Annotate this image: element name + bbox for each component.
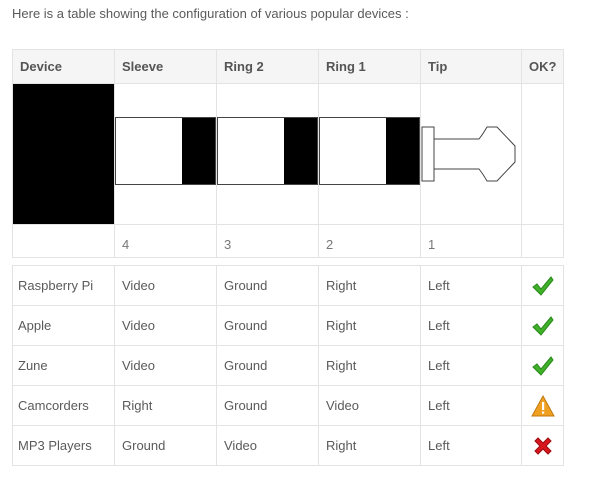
ring2-value: Video	[216, 425, 319, 466]
pin-number: 4	[114, 224, 217, 258]
jack-ring2-segment	[216, 83, 319, 225]
intro-text: Here is a table showing the configuratio…	[12, 6, 409, 21]
table-row: Apple Video Ground Right Left	[12, 305, 564, 346]
table-row: Zune Video Ground Right Left	[12, 345, 564, 386]
ring1-value: Right	[318, 305, 421, 346]
header-ring1: Ring 1	[318, 49, 421, 84]
green-checkmark-icon	[531, 275, 554, 296]
warning-triangle-icon	[530, 394, 555, 416]
header-ring2: Ring 2	[216, 49, 319, 84]
sleeve-value: Ground	[114, 425, 217, 466]
jack-tip-icon	[421, 126, 516, 182]
jack-empty-cell	[521, 83, 564, 225]
status-cell	[521, 385, 564, 426]
sleeve-value: Video	[114, 305, 217, 346]
status-cell	[521, 265, 564, 306]
tip-value: Left	[420, 305, 522, 346]
device-name: Apple	[12, 305, 115, 346]
pin-number	[12, 224, 115, 258]
pin-number	[521, 224, 564, 258]
tip-value: Left	[420, 425, 522, 466]
sleeve-value: Video	[114, 265, 217, 306]
device-name: Zune	[12, 345, 115, 386]
tip-value: Left	[420, 385, 522, 426]
jack-body-block	[12, 83, 115, 225]
status-cell	[521, 425, 564, 466]
ring2-value: Ground	[216, 385, 319, 426]
header-tip: Tip	[420, 49, 522, 84]
table-row: Camcorders Right Ground Video Left	[12, 385, 564, 426]
jack-sleeve-segment	[114, 83, 217, 225]
ring2-value: Ground	[216, 345, 319, 386]
pin-number: 2	[318, 224, 421, 258]
sleeve-value: Right	[114, 385, 217, 426]
header-sleeve: Sleeve	[114, 49, 217, 84]
red-cross-icon	[533, 436, 552, 455]
device-name: Raspberry Pi	[12, 265, 115, 306]
ring2-value: Ground	[216, 265, 319, 306]
jack-diagram-row	[12, 83, 564, 225]
table-spacer	[12, 257, 564, 266]
ring1-value: Right	[318, 265, 421, 306]
table-header-row: Device Sleeve Ring 2 Ring 1 Tip OK?	[12, 49, 564, 84]
pin-number-row: 4 3 2 1	[12, 224, 564, 258]
sleeve-value: Video	[114, 345, 217, 386]
pin-number: 3	[216, 224, 319, 258]
green-checkmark-icon	[531, 355, 554, 376]
jack-ring1-segment	[318, 83, 421, 225]
tip-value: Left	[420, 345, 522, 386]
ring1-value: Video	[318, 385, 421, 426]
table-row: Raspberry Pi Video Ground Right Left	[12, 265, 564, 306]
jack-tip-segment	[420, 83, 522, 225]
pin-number: 1	[420, 224, 522, 258]
ring1-value: Right	[318, 425, 421, 466]
header-ok: OK?	[521, 49, 564, 84]
green-checkmark-icon	[531, 315, 554, 336]
ring1-value: Right	[318, 345, 421, 386]
device-name: Camcorders	[12, 385, 115, 426]
device-name: MP3 Players	[12, 425, 115, 466]
device-config-table: Device Sleeve Ring 2 Ring 1 Tip OK? 4 3 …	[12, 49, 564, 466]
table-row: MP3 Players Ground Video Right Left	[12, 425, 564, 466]
status-cell	[521, 345, 564, 386]
status-cell	[521, 305, 564, 346]
tip-value: Left	[420, 265, 522, 306]
header-device: Device	[12, 49, 115, 84]
ring2-value: Ground	[216, 305, 319, 346]
